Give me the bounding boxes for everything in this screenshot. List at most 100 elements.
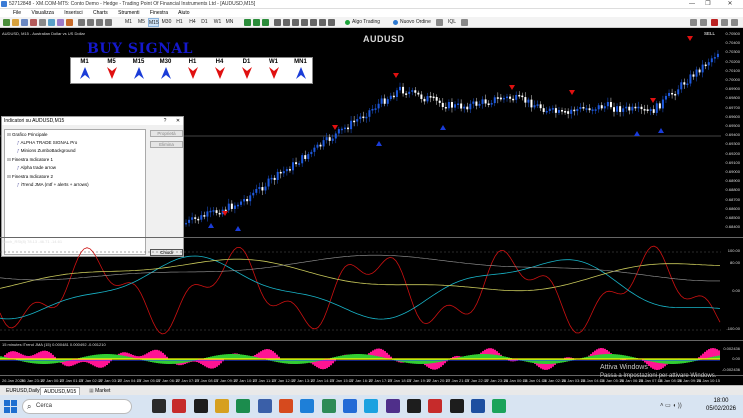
tree-node-window1[interactable]: ⊟ Finestra Indicatore 1 <box>7 157 53 163</box>
tf-d1[interactable]: D1 <box>199 18 210 27</box>
stoch-rsi-window[interactable]: Stoch_RSI(8) 78.13 -46.71 -14.61 100.00 … <box>0 237 743 340</box>
help-icon[interactable] <box>731 19 738 26</box>
app-icon-15[interactable] <box>492 399 506 413</box>
candle <box>356 119 359 122</box>
notification-icon[interactable] <box>711 19 718 26</box>
tree-node-alpha-signal[interactable]: ƒ ALPHA TRADE SIGNAL Pro <box>17 140 77 145</box>
edge-icon[interactable] <box>236 399 250 413</box>
xm-app-icon-2[interactable] <box>194 399 208 413</box>
menu-inserisci[interactable]: Inserisci <box>64 10 82 16</box>
tree-node-window2[interactable]: ⊟ Finestra Indicatore 2 <box>7 174 53 180</box>
itrend-bar <box>348 354 350 359</box>
tf-m30[interactable]: M30 <box>161 18 172 27</box>
office-icon[interactable] <box>279 399 293 413</box>
line-icon[interactable] <box>96 19 103 26</box>
chrome-icon[interactable] <box>322 399 336 413</box>
activation-subtitle: Passa a Impostazioni per attivare Window… <box>600 373 717 379</box>
store-icon[interactable] <box>258 399 272 413</box>
app-icon-14[interactable] <box>471 399 485 413</box>
xm-app-icon[interactable] <box>172 399 186 413</box>
dialog-close-button[interactable]: ✕ <box>174 117 182 125</box>
itrend-bar <box>236 354 238 359</box>
crosshair-icon[interactable] <box>87 19 94 26</box>
indicators-icon[interactable] <box>319 19 326 26</box>
itrend-bar <box>556 359 558 364</box>
tf-m1[interactable]: M1 <box>123 18 134 27</box>
candle <box>603 106 606 109</box>
windows-start-icon[interactable] <box>4 400 17 413</box>
chart-window[interactable]: AUDUSD, M15 - Australian Dollar vs US Do… <box>0 28 743 385</box>
new-order-button[interactable]: Nuovo Ordine <box>391 18 432 27</box>
menu-charts[interactable]: Charts <box>93 10 108 16</box>
mail-icon[interactable] <box>300 399 314 413</box>
profiles-icon[interactable] <box>21 19 28 26</box>
menu-file[interactable]: File <box>13 10 21 16</box>
new-chart-icon[interactable] <box>3 19 10 26</box>
depth-of-market-icon[interactable] <box>436 19 443 26</box>
tab-market[interactable]: ▦ Market <box>86 387 113 395</box>
market-watch-icon[interactable] <box>30 19 37 26</box>
data-window-icon[interactable] <box>48 19 55 26</box>
menu-aiuto[interactable]: Aiuto <box>178 10 189 16</box>
search-icon[interactable] <box>690 19 697 26</box>
candle <box>368 110 371 117</box>
tab-eurusd[interactable]: EURUSD,Daily <box>3 387 43 395</box>
tester-icon[interactable] <box>57 19 64 26</box>
close-button[interactable]: ✕ <box>723 0 737 9</box>
chart-shift-icon[interactable] <box>310 19 317 26</box>
menu-visualizza[interactable]: Visualizza <box>31 10 53 16</box>
tree-node-minions[interactable]: ƒ Minions ZumboBackground <box>17 148 76 153</box>
tf-h4[interactable]: H4 <box>187 18 198 27</box>
price-axis[interactable]: 0.70500 0.70400 0.70300 0.70200 0.70100 0.700… <box>721 28 743 237</box>
task-view-icon[interactable] <box>152 399 166 413</box>
open-icon[interactable] <box>12 19 19 26</box>
tf-w1[interactable]: W1 <box>212 18 223 27</box>
maximize-button[interactable]: ❐ <box>701 0 715 9</box>
itrend-bar <box>282 359 284 364</box>
line-chart-icon[interactable] <box>262 19 269 26</box>
system-tray[interactable]: ˄ ▭ ◖ )) <box>660 402 696 410</box>
menu-strumenti[interactable]: Strumenti <box>118 10 139 16</box>
candle <box>683 82 686 85</box>
autoscroll-icon[interactable] <box>301 19 308 26</box>
algo-trading-button[interactable]: Algo Trading <box>343 18 387 27</box>
signals-icon[interactable] <box>461 19 468 26</box>
dialog-help-button[interactable]: ? <box>161 117 169 125</box>
tf-m15[interactable]: M15 <box>148 18 159 27</box>
navigator-icon[interactable] <box>39 19 46 26</box>
text-icon[interactable] <box>105 19 112 26</box>
app-icon-12[interactable] <box>428 399 442 413</box>
app-icon-9[interactable] <box>364 399 378 413</box>
mt5-icon[interactable] <box>407 399 421 413</box>
cursor-icon[interactable] <box>78 19 85 26</box>
remove-button[interactable]: Elimina <box>150 141 183 148</box>
clock-date[interactable]: 05/02/2026 <box>702 406 740 412</box>
terminal-icon[interactable] <box>66 19 73 26</box>
grid-icon[interactable] <box>292 19 299 26</box>
settings-icon[interactable] <box>721 19 728 26</box>
itrend-bar <box>234 354 236 359</box>
tree-node-itrend[interactable]: ƒ iTrend JMA (mtf + alerts + arrows) <box>17 182 89 187</box>
tf-mn[interactable]: MN <box>224 18 235 27</box>
bar-chart-icon[interactable] <box>244 19 251 26</box>
tf-h1[interactable]: H1 <box>174 18 185 27</box>
iql-button[interactable]: IQL <box>446 18 458 27</box>
search-box[interactable]: ⌕ Cerca <box>22 399 132 414</box>
clock-time[interactable]: 18:00 <box>702 398 740 404</box>
tf-m5[interactable]: M5 <box>136 18 147 27</box>
account-icon[interactable] <box>700 19 707 26</box>
zoom-in-icon[interactable] <box>274 19 281 26</box>
app-icon-8[interactable] <box>343 399 357 413</box>
menu-finestra[interactable]: Finestra <box>150 10 168 16</box>
zoom-out-icon[interactable] <box>283 19 290 26</box>
tree-node-alpha-arrow[interactable]: ƒ Alpha trade arrow <box>17 165 56 170</box>
app-icon-10[interactable] <box>386 399 400 413</box>
tab-audusd[interactable]: AUDUSD,M15 <box>40 387 81 395</box>
candlestick-icon[interactable] <box>253 19 260 26</box>
minimize-button[interactable]: — <box>685 0 699 9</box>
app-icon-13[interactable] <box>450 399 464 413</box>
tree-node-main[interactable]: ⊟ Grafico Principale <box>7 132 48 138</box>
file-explorer-icon[interactable] <box>215 399 229 413</box>
properties-button[interactable]: Proprietà <box>150 130 183 137</box>
templates-icon[interactable] <box>328 19 335 26</box>
